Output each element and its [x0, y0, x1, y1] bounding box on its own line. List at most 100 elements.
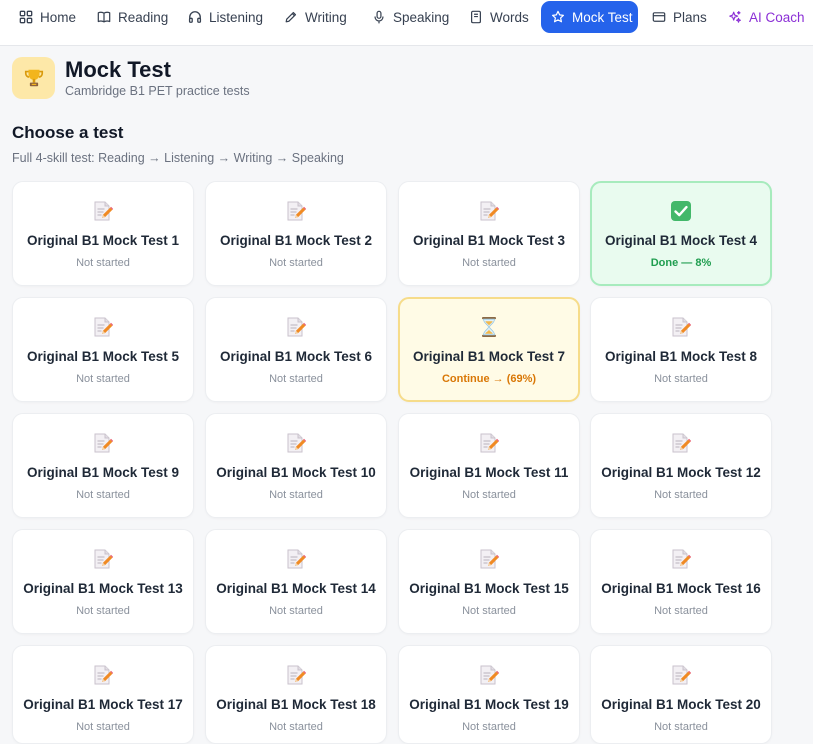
test-card-2[interactable]: Original B1 Mock Test 2 Not started	[205, 181, 387, 286]
test-card-status: Not started	[269, 721, 323, 733]
test-card-status: Done — 8%	[650, 257, 712, 269]
test-card-title: Original B1 Mock Test 6	[219, 349, 373, 364]
test-card-title: Original B1 Mock Test 9	[26, 465, 180, 480]
page-icon	[12, 57, 55, 99]
nav-words-label: Words	[490, 9, 529, 25]
test-card-title: Original B1 Mock Test 7	[412, 349, 566, 364]
test-card-title: Original B1 Mock Test 5	[26, 349, 180, 364]
nav-plans[interactable]: Plans	[652, 1, 707, 33]
nav-plans-label: Plans	[673, 9, 707, 25]
test-card-10[interactable]: Original B1 Mock Test 10 Not started	[205, 413, 387, 518]
nav-listening[interactable]: Listening	[188, 1, 263, 33]
test-card-20[interactable]: Original B1 Mock Test 20 Not started	[590, 645, 772, 744]
memo-icon	[206, 316, 386, 338]
nav-mock-test[interactable]: Mock Test	[541, 1, 638, 33]
sparkles-icon	[729, 11, 741, 23]
hourglass-icon	[400, 316, 578, 338]
nav-listening-label: Listening	[209, 9, 264, 25]
memo-icon	[591, 316, 771, 338]
nav-speaking-label: Speaking	[393, 9, 450, 25]
test-card-status: Not started	[654, 373, 708, 385]
test-card-status: Continue → (69%)	[441, 373, 537, 385]
memo-icon	[591, 548, 771, 570]
memo-icon	[399, 432, 579, 454]
star-icon	[551, 10, 565, 23]
test-card-title: Original B1 Mock Test 18	[216, 697, 376, 712]
test-card-1[interactable]: Original B1 Mock Test 1 Not started	[12, 181, 194, 286]
test-card-4[interactable]: Original B1 Mock Test 4 Done — 8%	[590, 181, 772, 286]
test-card-16[interactable]: Original B1 Mock Test 16 Not started	[590, 529, 772, 634]
memo-icon	[13, 548, 193, 570]
test-card-status: Not started	[76, 489, 130, 501]
nav-writing[interactable]: Writing	[284, 1, 347, 33]
test-card-status: Not started	[76, 605, 130, 617]
nav-reading[interactable]: Reading	[97, 1, 168, 33]
test-card-status: Not started	[654, 489, 708, 501]
memo-icon	[399, 200, 579, 222]
section-description: Full 4-skill test: Reading → Listening →…	[12, 151, 344, 165]
section-title: Choose a test	[12, 123, 124, 142]
memo-icon	[206, 200, 386, 222]
test-card-status: Not started	[462, 489, 516, 501]
notebook-icon	[471, 10, 481, 24]
test-card-title: Original B1 Mock Test 2	[219, 233, 373, 248]
test-card-title: Original B1 Mock Test 20	[601, 697, 761, 712]
test-card-status: Not started	[76, 373, 130, 385]
test-card-title: Original B1 Mock Test 12	[601, 465, 761, 480]
test-card-11[interactable]: Original B1 Mock Test 11 Not started	[398, 413, 580, 518]
test-card-title: Original B1 Mock Test 16	[601, 581, 761, 596]
test-card-status: Not started	[269, 605, 323, 617]
memo-icon	[206, 664, 386, 686]
test-card-status: Not started	[462, 257, 516, 269]
test-card-status: Not started	[462, 721, 516, 733]
test-card-title: Original B1 Mock Test 4	[604, 233, 758, 248]
test-card-15[interactable]: Original B1 Mock Test 15 Not started	[398, 529, 580, 634]
test-card-status: Not started	[462, 605, 516, 617]
test-card-8[interactable]: Original B1 Mock Test 8 Not started	[590, 297, 772, 402]
test-card-17[interactable]: Original B1 Mock Test 17 Not started	[12, 645, 194, 744]
test-card-title: Original B1 Mock Test 15	[409, 581, 569, 596]
nav-words[interactable]: Words	[469, 1, 529, 33]
memo-icon	[399, 548, 579, 570]
card-icon	[652, 12, 666, 22]
nav-ai-coach[interactable]: AI Coach	[728, 1, 805, 33]
test-card-status: Not started	[76, 257, 130, 269]
test-card-13[interactable]: Original B1 Mock Test 13 Not started	[12, 529, 194, 634]
memo-icon	[13, 316, 193, 338]
test-card-title: Original B1 Mock Test 10	[216, 465, 376, 480]
memo-icon	[206, 432, 386, 454]
nav-home-label: Home	[40, 9, 77, 25]
test-card-title: Original B1 Mock Test 3	[412, 233, 566, 248]
memo-icon	[13, 664, 193, 686]
test-card-status: Not started	[654, 721, 708, 733]
memo-icon	[13, 432, 193, 454]
nav-speaking[interactable]: Speaking	[372, 1, 449, 33]
test-card-9[interactable]: Original B1 Mock Test 9 Not started	[12, 413, 194, 518]
test-card-title: Original B1 Mock Test 1	[26, 233, 180, 248]
microphone-icon	[374, 10, 384, 24]
test-card-title: Original B1 Mock Test 13	[23, 581, 183, 596]
test-card-7[interactable]: Original B1 Mock Test 7 Continue → (69%)	[398, 297, 580, 402]
nav-home[interactable]: Home	[19, 1, 76, 33]
test-card-6[interactable]: Original B1 Mock Test 6 Not started	[205, 297, 387, 402]
trophy-icon	[24, 69, 43, 87]
page-title: Mock Test	[65, 57, 171, 82]
test-card-status: Not started	[654, 605, 708, 617]
memo-icon	[591, 432, 771, 454]
memo-icon	[591, 664, 771, 686]
nav-ai-coach-label: AI Coach	[749, 9, 805, 25]
test-card-5[interactable]: Original B1 Mock Test 5 Not started	[12, 297, 194, 402]
test-card-19[interactable]: Original B1 Mock Test 19 Not started	[398, 645, 580, 744]
test-card-14[interactable]: Original B1 Mock Test 14 Not started	[205, 529, 387, 634]
nav-writing-label: Writing	[305, 9, 347, 25]
test-card-status: Not started	[269, 373, 323, 385]
test-card-3[interactable]: Original B1 Mock Test 3 Not started	[398, 181, 580, 286]
test-card-18[interactable]: Original B1 Mock Test 18 Not started	[205, 645, 387, 744]
nav-reading-label: Reading	[118, 9, 169, 25]
headphones-icon	[188, 11, 202, 23]
test-card-status: Not started	[269, 489, 323, 501]
nav-mock-test-label: Mock Test	[572, 9, 633, 25]
test-card-12[interactable]: Original B1 Mock Test 12 Not started	[590, 413, 772, 518]
memo-icon	[206, 548, 386, 570]
test-card-title: Original B1 Mock Test 14	[216, 581, 376, 596]
